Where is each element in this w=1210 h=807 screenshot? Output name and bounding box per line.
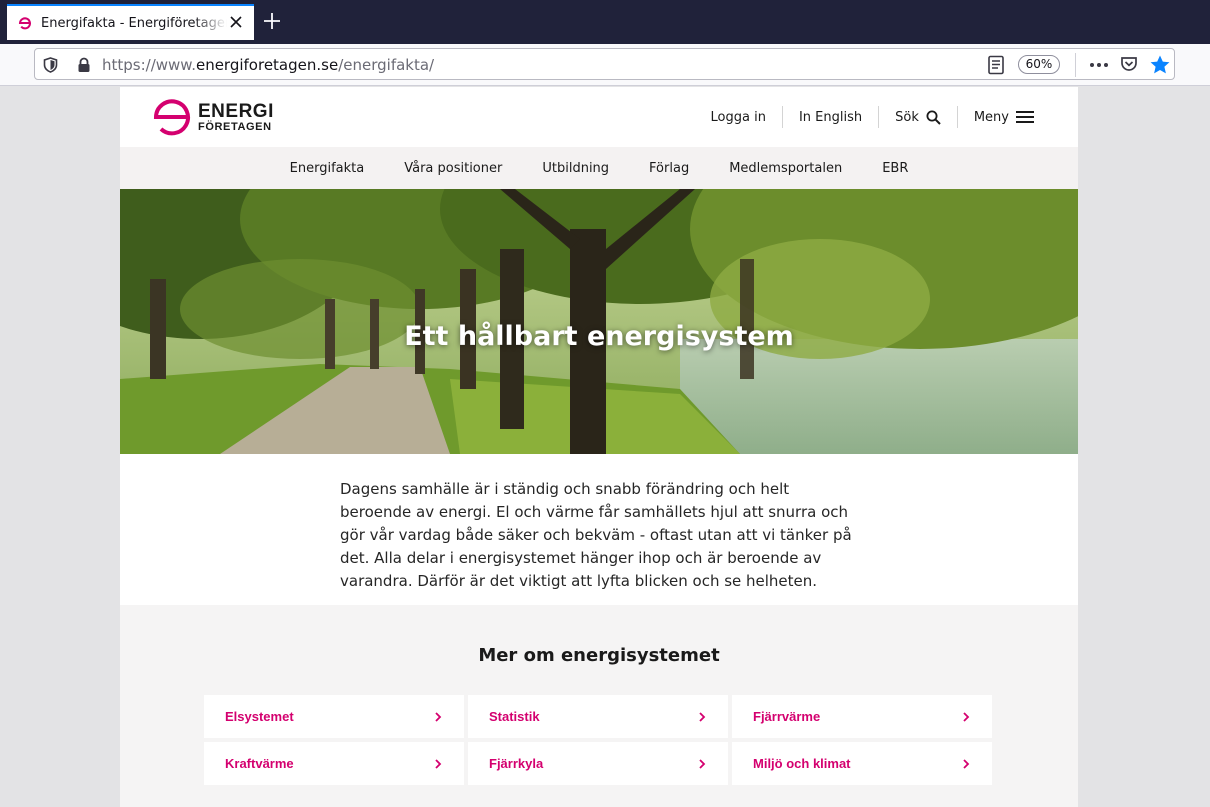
chevron-right-icon [435,711,442,722]
intro-paragraph: Dagens samhälle är i ständig och snabb f… [340,480,852,590]
browser-toolbar: https://www.energiforetagen.se/energifak… [0,44,1210,86]
nav-item-energifakta[interactable]: Energifakta [270,161,385,176]
tab-bar: Energifakta - Energiföretagen Sverige [0,0,1210,44]
english-link[interactable]: In English [783,105,878,129]
menu-label: Meny [973,109,1009,125]
topic-label: Statistik [489,709,540,724]
chevron-right-icon [963,758,970,769]
hero-banner: Ett hållbart energisystem [120,189,1078,454]
nav-item-vara-positioner[interactable]: Våra positioner [384,161,522,176]
logo-wordmark: ENERGI FÖRETAGEN [198,102,274,133]
nav-item-forlag[interactable]: Förlag [629,161,709,176]
header-links: Logga in In English Sök Meny [695,105,1050,129]
menu-button[interactable]: Meny [958,105,1050,129]
topic-label: Fjärrkyla [489,756,544,771]
hero-title: Ett hållbart energisystem [404,321,794,352]
topic-label: Fjärrvärme [753,709,821,724]
url-prefix: https://www. [102,56,196,74]
topic-card-miljo-och-klimat[interactable]: Miljö och klimat [732,742,992,785]
url-path: /energifakta/ [338,56,435,74]
nav-item-utbildning[interactable]: Utbildning [522,161,629,176]
topic-card-fjarrvarme[interactable]: Fjärrvärme [732,695,992,738]
chevron-right-icon [699,758,706,769]
topic-card-kraftvarme[interactable]: Kraftvärme [204,742,464,785]
login-label: Logga in [710,109,766,125]
url-text[interactable]: https://www.energiforetagen.se/energifak… [102,56,434,74]
section-title: Mer om energisystemet [478,645,720,666]
english-label: In English [798,109,863,125]
pocket-icon[interactable] [1120,55,1138,73]
topic-card-elsystemet[interactable]: Elsystemet [204,695,464,738]
chevron-right-icon [963,711,970,722]
url-domain: energiforetagen.se [195,56,339,74]
search-button[interactable]: Sök [879,105,957,129]
search-label: Sök [895,109,919,125]
tab-title: Energifakta - Energiföretagen Sverige [41,15,227,31]
bookmark-star-icon[interactable] [1149,54,1171,76]
topic-label: Elsystemet [225,709,294,724]
logo-line-1: ENERGI [198,100,274,122]
reader-view-icon[interactable] [987,55,1005,75]
nav-item-ebr[interactable]: EBR [862,161,928,176]
url-bar[interactable]: https://www.energiforetagen.se/energifak… [34,48,1175,80]
nav-item-medlemsportalen[interactable]: Medlemsportalen [709,161,862,176]
site-header: ENERGI FÖRETAGEN Logga in In English Sök… [120,87,1078,147]
toolbar-divider [1075,53,1076,77]
topic-label: Kraftvärme [225,756,294,771]
zoom-level-badge[interactable]: 60% [1018,55,1060,74]
search-icon [926,110,941,125]
chevron-right-icon [699,711,706,722]
new-tab-icon[interactable] [263,12,281,30]
browser-tab[interactable]: Energifakta - Energiföretagen Sverige [7,4,254,40]
intro-section: Dagens samhälle är i ständig och snabb f… [120,454,1078,605]
login-link[interactable]: Logga in [695,105,782,129]
web-page: ENERGI FÖRETAGEN Logga in In English Sök… [120,87,1078,807]
site-favicon-icon [18,17,31,30]
main-navigation: Energifakta Våra positioner Utbildning F… [120,147,1078,189]
energiforetagen-logo-icon [153,99,190,136]
more-about-section: Mer om energisystemet Elsystemet Statist… [120,605,1078,807]
lock-icon[interactable] [77,57,91,73]
topic-card-statistik[interactable]: Statistik [468,695,728,738]
topic-card-fjarrkyla[interactable]: Fjärrkyla [468,742,728,785]
topic-label: Miljö och klimat [753,756,851,771]
close-tab-icon[interactable] [228,14,244,30]
tracking-shield-icon[interactable] [43,57,58,73]
logo-line-2: FÖRETAGEN [198,120,272,133]
topic-link-grid: Elsystemet Statistik Fjärrvärme Kraftvär… [204,695,994,785]
page-actions-more-icon[interactable] [1089,56,1109,74]
chevron-right-icon [435,758,442,769]
hamburger-menu-icon [1016,111,1034,123]
site-logo[interactable]: ENERGI FÖRETAGEN [152,97,274,137]
